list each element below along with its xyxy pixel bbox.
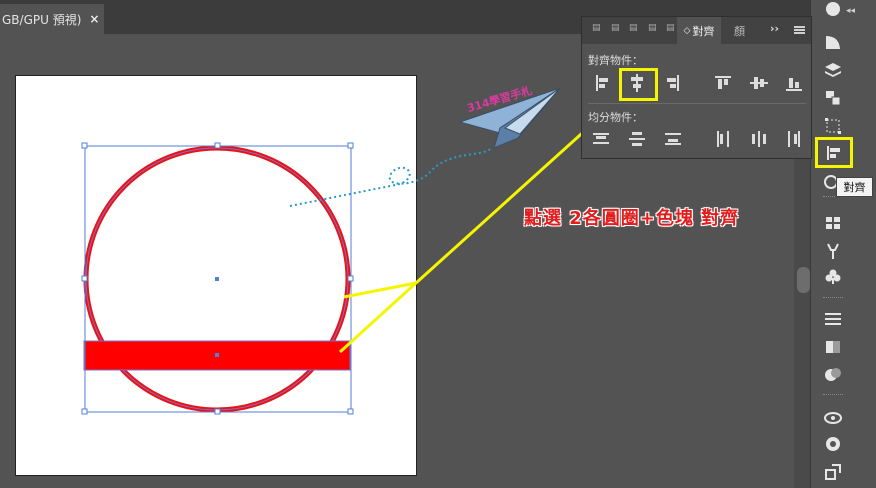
distribute-left-button[interactable]	[710, 127, 736, 151]
distribute-right-icon	[788, 131, 800, 147]
tab-arrow-icon: ◇	[683, 25, 691, 36]
tab-color[interactable]: 顏	[734, 23, 745, 39]
swatches-icon[interactable]	[822, 212, 844, 234]
gradient-swatch-icon[interactable]	[822, 31, 844, 53]
artboard[interactable]	[15, 75, 417, 476]
asset-export-icon[interactable]	[822, 461, 844, 483]
align-panel-tabs: ▤ ▤ ▤ ▤ ▤ ◇ 對齊 顏 ››	[582, 17, 811, 44]
align-objects-label: 對齊物件：	[588, 54, 643, 67]
align-icon-highlight	[815, 137, 853, 168]
panel-group-grip	[823, 297, 843, 299]
align-right-button[interactable]	[660, 71, 686, 95]
align-top-edges-icon	[715, 76, 731, 89]
panel-group-grip	[823, 394, 843, 396]
distribute-right-button[interactable]	[781, 127, 807, 151]
gradient-icon[interactable]	[822, 336, 844, 358]
document-tab-title: GB/GPU 預視)	[2, 12, 82, 27]
align-panel: ▤ ▤ ▤ ▤ ▤ ◇ 對齊 顏 ›› 對齊物件： 均分物件：	[581, 16, 812, 159]
align-left-button[interactable]	[588, 71, 614, 95]
tab-align-label: 對齊	[692, 24, 715, 38]
align-bottom-button[interactable]	[781, 71, 807, 95]
panel-tab-icon-2[interactable]: ▤	[611, 23, 622, 36]
layers-icon[interactable]	[822, 59, 844, 81]
distribute-bottom-button[interactable]	[660, 127, 686, 151]
align-tooltip: 對齊	[836, 177, 873, 197]
panel-tab-icon-1[interactable]: ▤	[592, 23, 603, 36]
distribute-horizontal-centers-icon	[752, 131, 766, 147]
panel-tab-icon-5[interactable]: ▤	[666, 23, 677, 36]
distribute-vertical-centers-icon	[629, 132, 645, 146]
cc-libraries-icon[interactable]	[822, 406, 844, 428]
transparency-icon[interactable]	[822, 363, 844, 385]
panel-divider	[588, 103, 806, 104]
appearance-icon[interactable]	[822, 0, 844, 20]
align-right-edges-icon	[667, 75, 679, 91]
artboards-icon[interactable]	[822, 87, 844, 109]
color-guide-icon[interactable]	[822, 433, 844, 455]
symbols-icon[interactable]	[822, 266, 844, 288]
align-bottom-edges-icon	[786, 78, 802, 91]
distribute-bottom-icon	[665, 133, 681, 145]
distribute-vertical-center-button[interactable]	[624, 127, 650, 151]
tab-align[interactable]: ◇ 對齊	[677, 17, 721, 44]
scrollbar-thumb[interactable]	[797, 267, 810, 293]
more-tabs-icon[interactable]: ››	[770, 22, 779, 35]
align-top-button[interactable]	[710, 71, 736, 95]
instruction-caption: 點選 2各圓圈+色塊 對齊	[524, 208, 740, 229]
close-tab-icon[interactable]: ×	[89, 12, 99, 26]
distribute-horizontal-center-button[interactable]	[746, 127, 772, 151]
align-left-edges-icon	[596, 75, 608, 91]
distribute-top-icon	[593, 133, 609, 144]
distribute-left-icon	[717, 131, 729, 147]
align-center-highlight	[619, 68, 658, 101]
panel-tab-icon-3[interactable]: ▤	[629, 23, 640, 36]
align-vertical-centers-icon	[750, 77, 768, 89]
panel-menu-icon[interactable]	[794, 26, 805, 34]
stroke-icon[interactable]	[822, 308, 844, 330]
document-tab[interactable]: GB/GPU 預視) ×	[0, 4, 104, 34]
transform-icon[interactable]	[822, 115, 844, 137]
distribute-objects-label: 均分物件：	[588, 111, 643, 124]
distribute-top-button[interactable]	[588, 127, 614, 151]
watermark-label: 314學習手札	[465, 84, 534, 115]
brushes-icon[interactable]	[822, 240, 844, 262]
align-vertical-center-button[interactable]	[746, 71, 772, 95]
collapse-panels-icon[interactable]: ◂◂	[846, 6, 855, 16]
panel-tab-icon-4[interactable]: ▤	[648, 23, 659, 36]
